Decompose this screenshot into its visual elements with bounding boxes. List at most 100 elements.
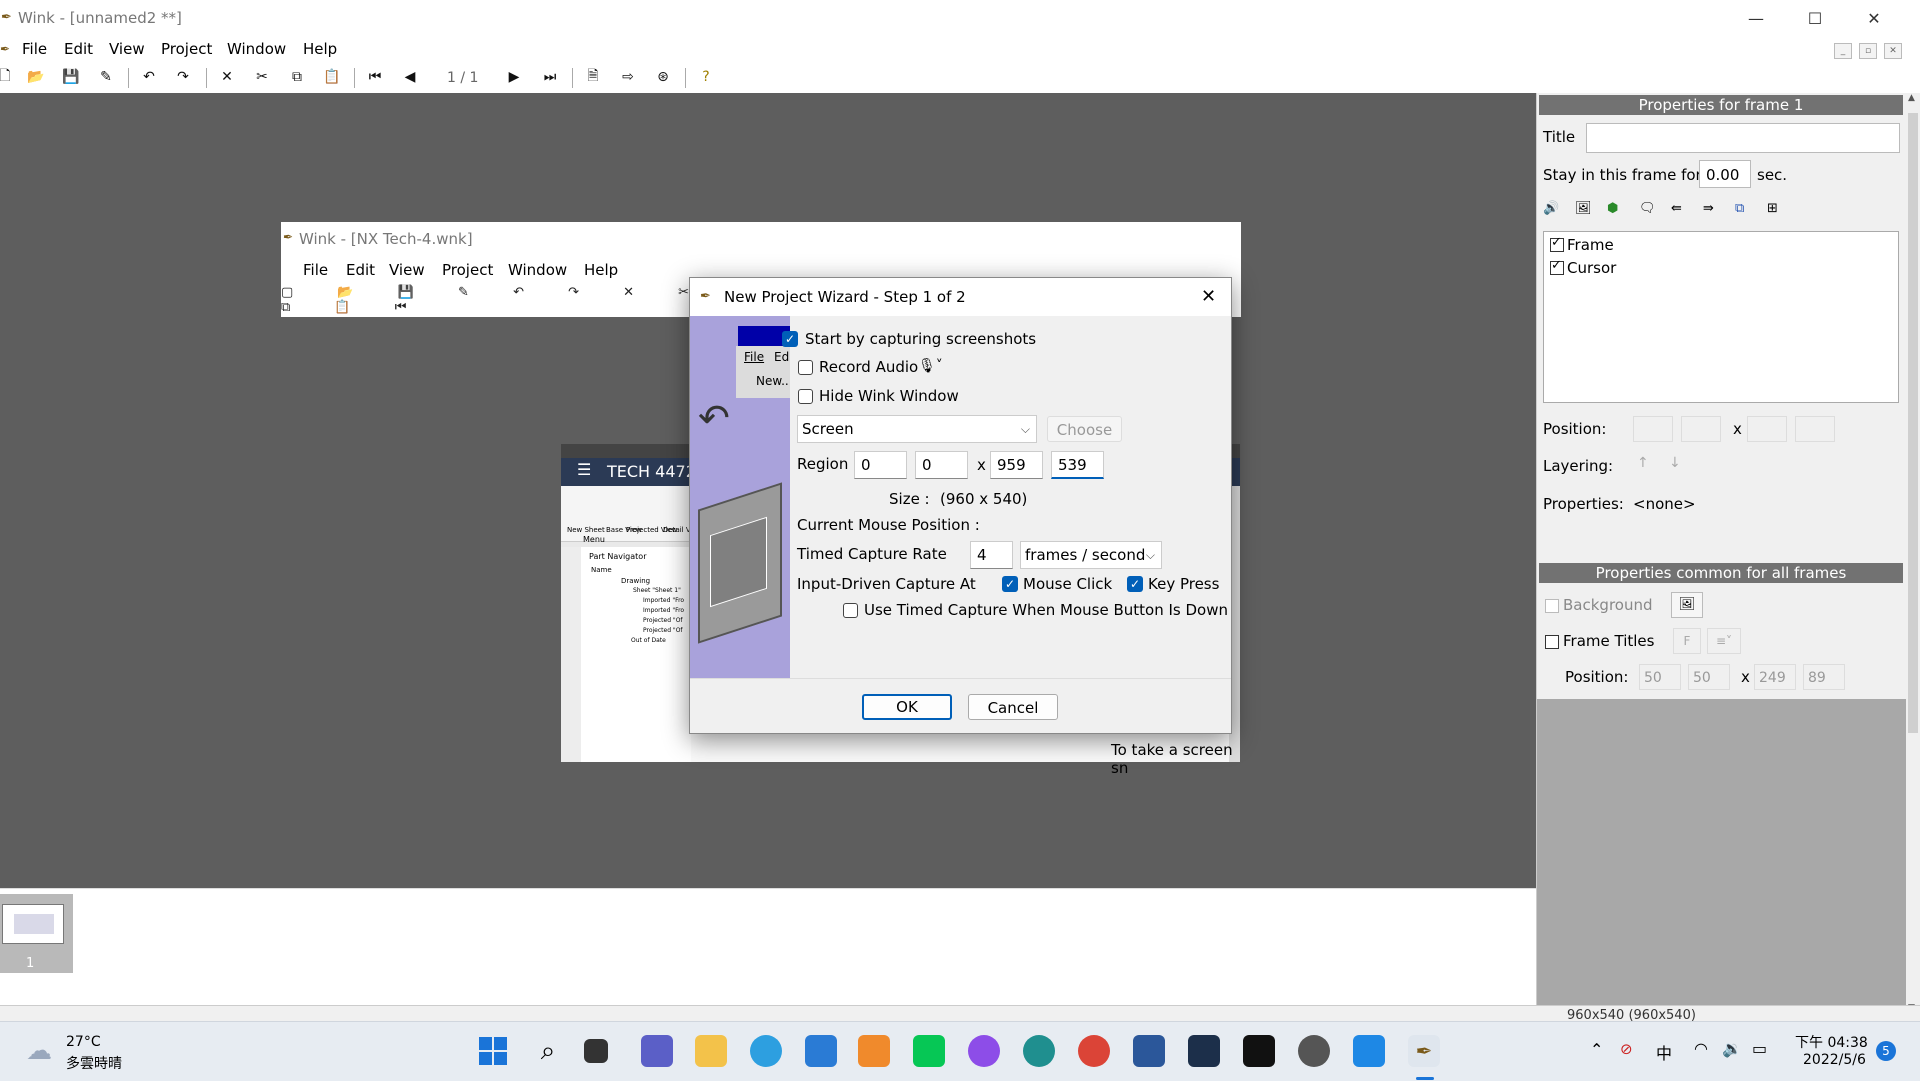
record-audio-checkbox[interactable] xyxy=(798,360,813,375)
copy-object-icon[interactable]: ⧉ xyxy=(1735,201,1744,216)
messenger-icon[interactable] xyxy=(968,1035,1000,1067)
browser-icon[interactable]: ⊛ xyxy=(652,66,674,88)
chat-icon[interactable] xyxy=(641,1035,673,1067)
task-view-icon[interactable] xyxy=(584,1039,608,1063)
region-bottom-input[interactable]: 539 xyxy=(1051,451,1104,479)
capture-source-select[interactable]: Screen ⌵ xyxy=(797,415,1037,443)
capture-rate-input[interactable]: 4 xyxy=(970,541,1013,569)
line-icon[interactable] xyxy=(913,1035,945,1067)
paste-icon[interactable]: 📋 xyxy=(321,66,343,88)
maximize-button[interactable]: ☐ xyxy=(1786,0,1844,37)
render-icon[interactable]: 🗎 xyxy=(582,66,604,88)
scroll-up-icon[interactable]: ▲ xyxy=(1908,93,1915,103)
battery-icon[interactable]: ▭ xyxy=(1752,1039,1767,1058)
menu-edit[interactable]: Edit xyxy=(64,40,93,58)
position-h-input[interactable] xyxy=(1795,416,1835,442)
background-image-button[interactable]: 🖼 xyxy=(1671,592,1703,618)
clock-date[interactable]: 2022/5/6 xyxy=(1803,1052,1866,1068)
file-explorer-icon[interactable] xyxy=(695,1035,727,1067)
wifi-icon[interactable]: ◠ xyxy=(1694,1039,1708,1058)
hide-wink-checkbox[interactable] xyxy=(798,389,813,404)
link-object-icon[interactable]: ⊞ xyxy=(1767,201,1778,216)
position-x-input[interactable] xyxy=(1633,416,1673,442)
region-right-input[interactable]: 959 xyxy=(990,451,1043,479)
layer-up-icon[interactable]: ↑ xyxy=(1637,455,1649,471)
edge-icon[interactable] xyxy=(1023,1035,1055,1067)
align-dropdown[interactable]: ≡˅ xyxy=(1707,628,1741,654)
first-frame-icon[interactable]: ⏮ xyxy=(364,66,386,88)
font-button[interactable]: F xyxy=(1673,628,1701,654)
dialog-close-icon[interactable]: ✕ xyxy=(1201,286,1216,307)
open-folder-icon[interactable]: 📂 xyxy=(25,66,47,88)
terminal-icon[interactable] xyxy=(1243,1035,1275,1067)
mdi-minimize-button[interactable]: _ xyxy=(1834,43,1852,59)
common-pos-x[interactable]: 50 xyxy=(1639,664,1681,690)
weather-icon[interactable]: ☁ xyxy=(26,1036,52,1066)
tray-chevron-icon[interactable]: ⌃ xyxy=(1590,1040,1603,1059)
position-y-input[interactable] xyxy=(1681,416,1721,442)
mdi-close-button[interactable]: ✕ xyxy=(1884,43,1902,59)
menu-file[interactable]: File xyxy=(22,40,47,58)
media-player-icon[interactable] xyxy=(858,1035,890,1067)
mdi-restore-button[interactable]: ▫ xyxy=(1859,43,1877,59)
callout-left-icon[interactable]: ⇚ xyxy=(1671,201,1682,216)
clock-time[interactable]: 下午 04:38 xyxy=(1795,1032,1868,1052)
menu-window[interactable]: Window xyxy=(227,40,286,58)
start-capture-checkbox[interactable]: ✓ xyxy=(782,331,798,347)
region-left-input[interactable]: 0 xyxy=(854,451,907,479)
image-object-icon[interactable]: 🖼 xyxy=(1575,201,1592,216)
minimize-button[interactable]: — xyxy=(1727,0,1785,37)
microphone-icon[interactable]: 🎙˅ xyxy=(918,358,943,374)
objects-list[interactable]: Frame Cursor xyxy=(1543,231,1899,403)
background-checkbox[interactable] xyxy=(1545,599,1559,613)
audio-object-icon[interactable]: 🔊 xyxy=(1543,201,1559,216)
ime-indicator[interactable]: 中 xyxy=(1656,1040,1672,1064)
common-pos-h[interactable]: 89 xyxy=(1803,664,1845,690)
undo-icon[interactable]: ↶ xyxy=(138,66,160,88)
ie-icon[interactable] xyxy=(750,1035,782,1067)
rate-unit-select[interactable]: frames / second ⌵ xyxy=(1020,541,1162,569)
stay-duration-input[interactable]: 0.00 xyxy=(1699,160,1751,188)
tray-security-icon[interactable]: ⊘ xyxy=(1620,1040,1633,1058)
snip-tool-icon[interactable] xyxy=(1188,1035,1220,1067)
next-frame-icon[interactable]: ▶ xyxy=(503,66,525,88)
vertical-scrollbar[interactable]: ▲ ▼ xyxy=(1906,93,1920,1021)
callout-right-icon[interactable]: ⇛ xyxy=(1703,201,1714,216)
photos-icon[interactable] xyxy=(1353,1035,1385,1067)
redo-icon[interactable]: ↷ xyxy=(172,66,194,88)
mouse-click-checkbox[interactable]: ✓ xyxy=(1002,576,1018,592)
frame-object-checkbox[interactable] xyxy=(1550,235,1564,252)
layer-down-icon[interactable]: ↓ xyxy=(1669,455,1681,471)
frame-titles-checkbox[interactable] xyxy=(1545,635,1559,649)
choose-button[interactable]: Choose xyxy=(1047,416,1122,442)
search-icon[interactable]: ⌕ xyxy=(532,1035,564,1067)
menu-project[interactable]: Project xyxy=(161,40,212,58)
menu-help[interactable]: Help xyxy=(303,40,337,58)
copy-icon[interactable]: ⧉ xyxy=(286,66,308,88)
frame-title-input[interactable] xyxy=(1586,123,1900,153)
word-icon[interactable] xyxy=(1133,1035,1165,1067)
mail-icon[interactable] xyxy=(805,1035,837,1067)
position-w-input[interactable] xyxy=(1747,416,1787,442)
frame-thumbnail[interactable]: 1 xyxy=(0,894,73,973)
last-frame-icon[interactable]: ⏭ xyxy=(539,66,561,88)
cursor-object-label[interactable]: Cursor xyxy=(1567,259,1616,277)
button-object-icon[interactable]: ⬢ xyxy=(1607,201,1618,216)
common-pos-w[interactable]: 249 xyxy=(1754,664,1796,690)
common-pos-y[interactable]: 50 xyxy=(1688,664,1730,690)
frame-object-label[interactable]: Frame xyxy=(1567,236,1614,254)
globe-app-icon[interactable] xyxy=(1298,1035,1330,1067)
save-as-icon[interactable]: ✎ xyxy=(95,66,117,88)
chrome-icon[interactable] xyxy=(1078,1035,1110,1067)
text-object-icon[interactable]: 🗨 xyxy=(1639,201,1656,216)
start-icon[interactable] xyxy=(477,1035,509,1067)
app-menu-icon[interactable]: ✒ xyxy=(0,42,10,56)
ok-button[interactable]: OK xyxy=(862,694,952,720)
menu-view[interactable]: View xyxy=(109,40,145,58)
prev-frame-icon[interactable]: ◀ xyxy=(399,66,421,88)
wink-taskbar-icon[interactable]: ✒ xyxy=(1408,1035,1440,1067)
timed-when-down-checkbox[interactable] xyxy=(843,603,858,618)
region-top-input[interactable]: 0 xyxy=(915,451,968,479)
notification-badge[interactable]: 5 xyxy=(1876,1041,1896,1061)
delete-icon[interactable]: ✕ xyxy=(216,66,238,88)
